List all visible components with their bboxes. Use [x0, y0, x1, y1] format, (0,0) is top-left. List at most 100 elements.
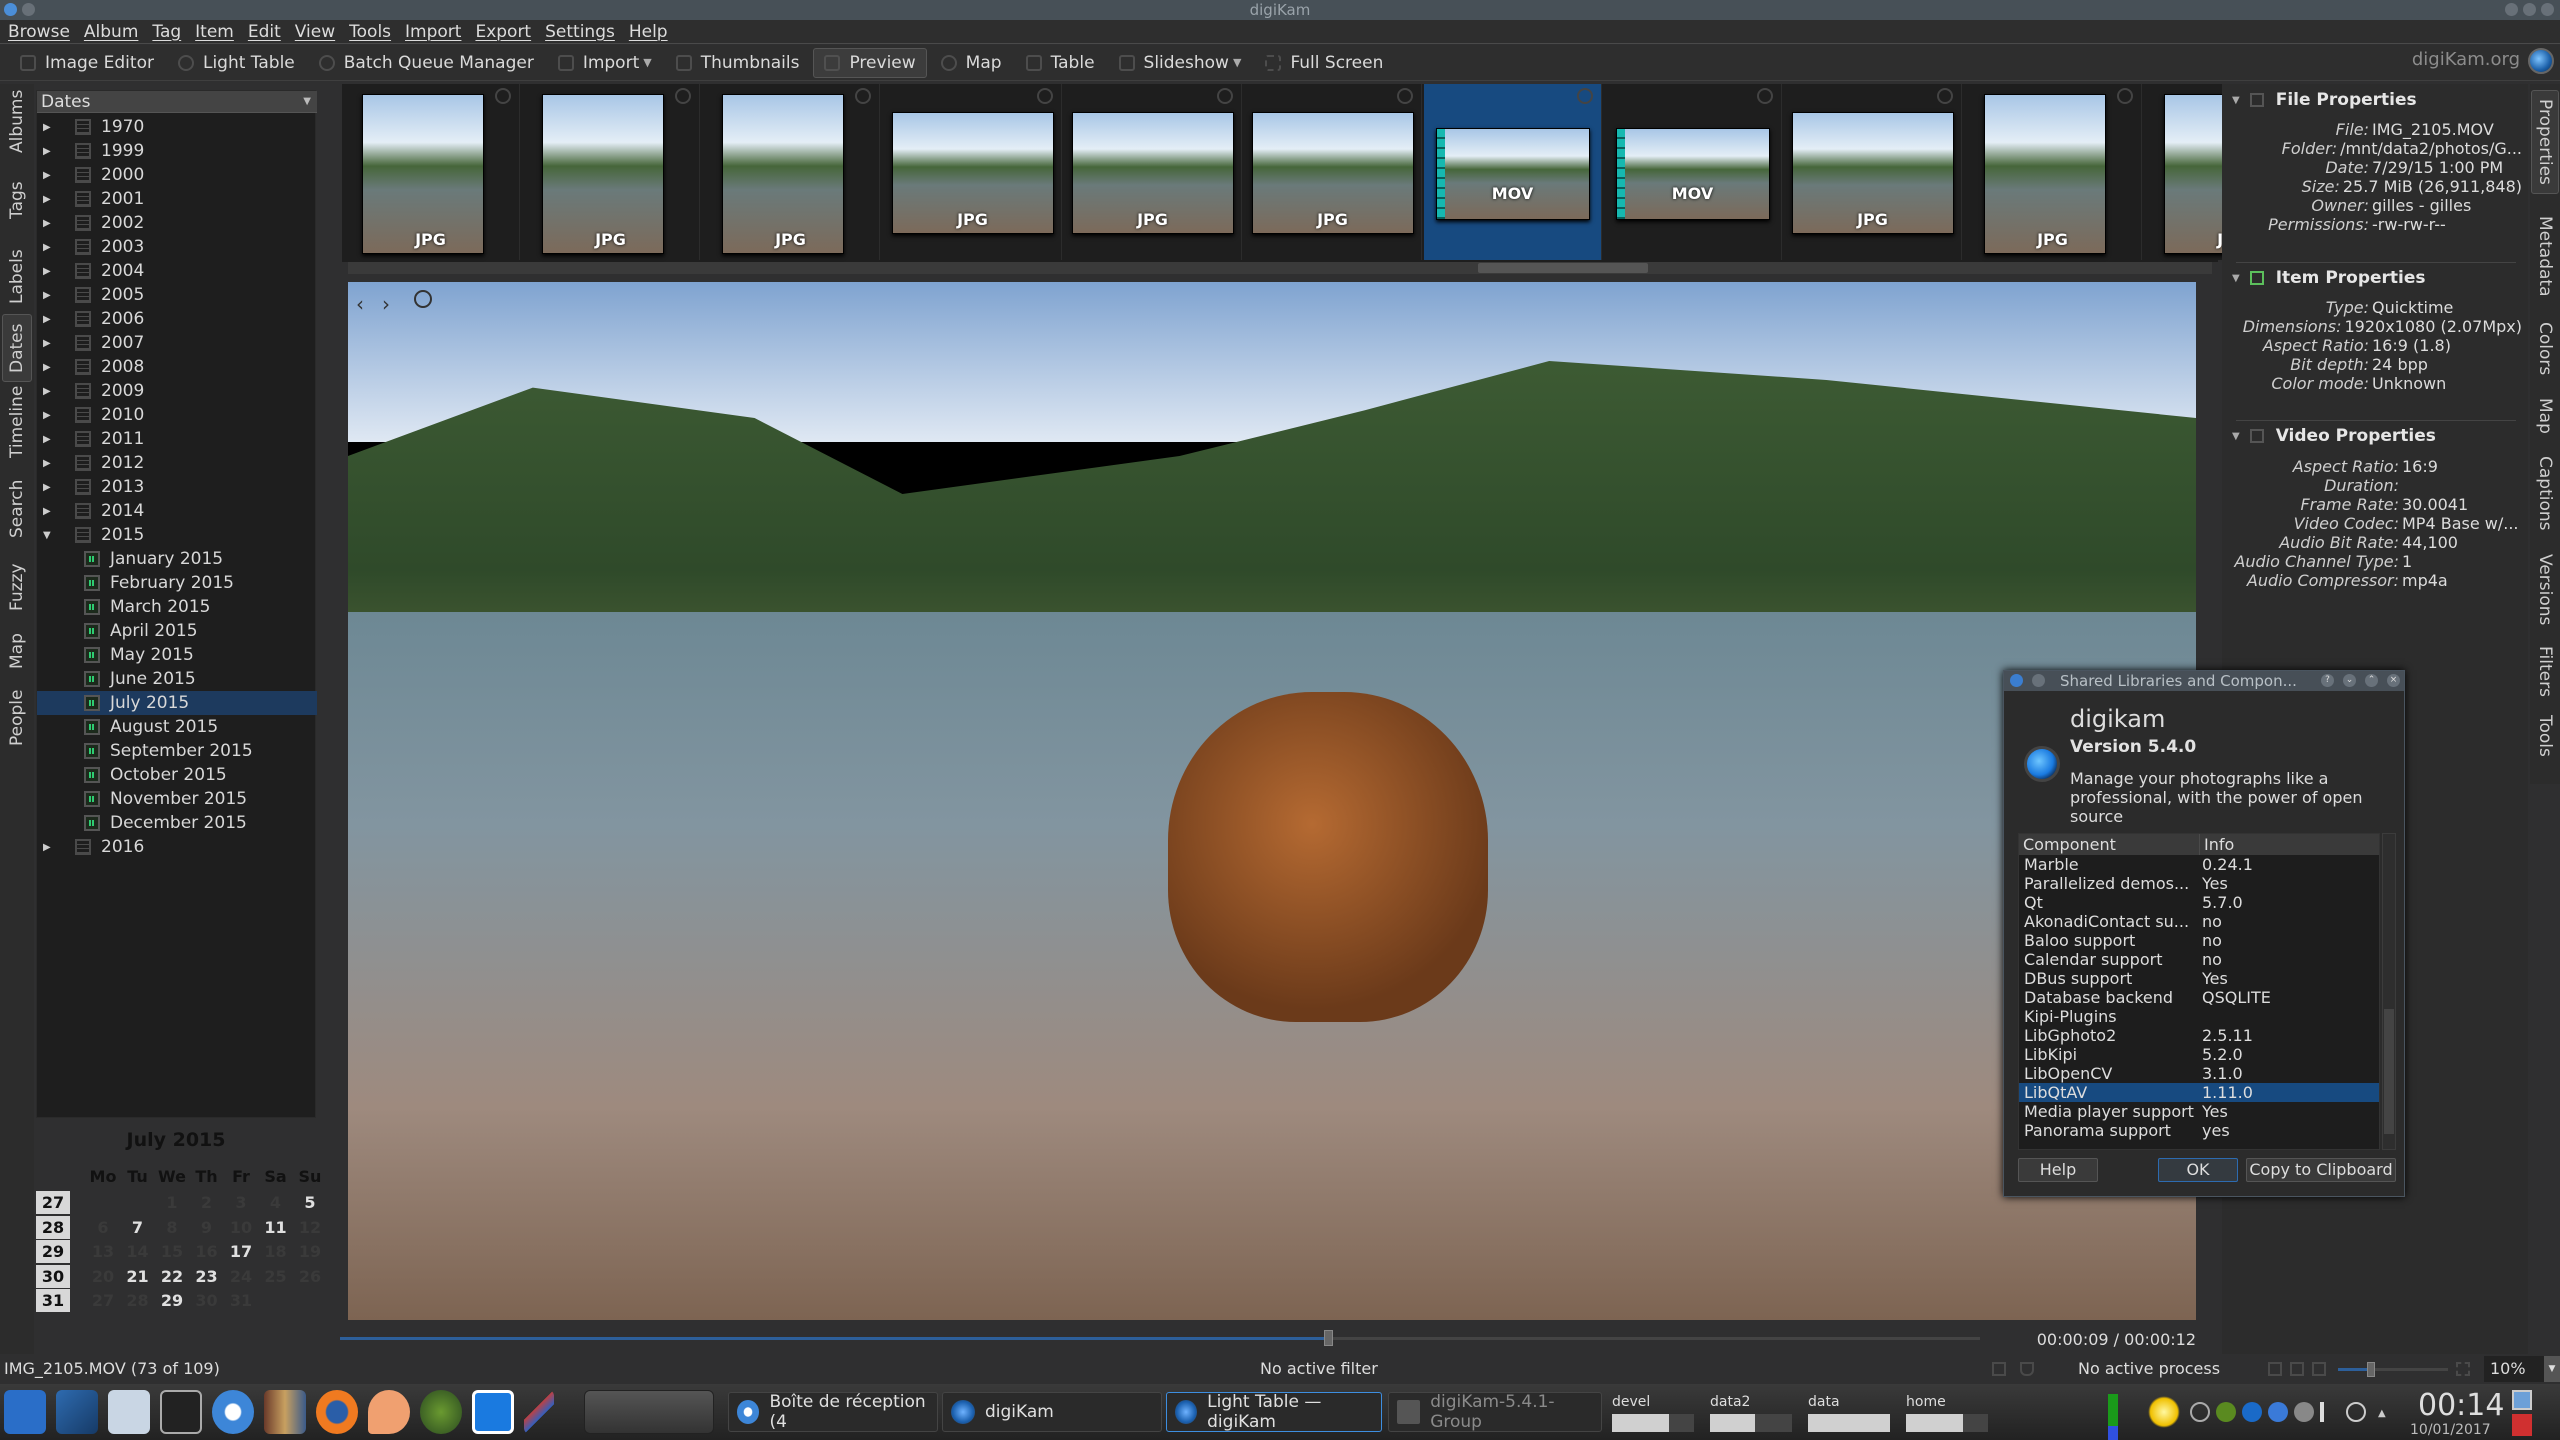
- component-row[interactable]: LibGphoto2 2.5.11: [2019, 1026, 2379, 1045]
- expand-right-icon[interactable]: ▶: [43, 410, 55, 421]
- network-icon[interactable]: [2268, 1402, 2288, 1422]
- thumbnail-item[interactable]: JPG: [1964, 84, 2142, 260]
- close-icon[interactable]: ×: [2387, 674, 2400, 687]
- tree-month[interactable]: September 2015: [37, 739, 317, 763]
- tree-year[interactable]: ▶ 2005: [37, 283, 317, 307]
- desktop-icon[interactable]: [56, 1390, 98, 1434]
- light-table-button[interactable]: Light Table: [168, 48, 305, 78]
- calendar-day[interactable]: 5: [293, 1193, 327, 1212]
- component-row[interactable]: Media player support Yes: [2019, 1102, 2379, 1121]
- tab-albums[interactable]: Albums: [2, 88, 32, 154]
- app-menu-icon[interactable]: [4, 3, 17, 16]
- thumbnail-item[interactable]: JPG: [702, 84, 880, 260]
- expand-right-icon[interactable]: ▶: [43, 386, 55, 397]
- menu-album[interactable]: Album: [84, 22, 138, 42]
- menu-tools[interactable]: Tools: [349, 22, 391, 42]
- tab-dates[interactable]: Dates: [2, 314, 32, 382]
- globe-app-icon[interactable]: [420, 1390, 462, 1434]
- kde-menu-icon[interactable]: [4, 1390, 46, 1434]
- tab-map[interactable]: Map: [2, 630, 32, 672]
- component-row[interactable]: LibQtAV 1.11.0: [2019, 1083, 2379, 1102]
- table-scrollbar[interactable]: [2382, 833, 2396, 1150]
- tab-fuzzy[interactable]: Fuzzy: [2, 558, 32, 616]
- chevron-down-icon[interactable]: ▼: [2544, 1356, 2560, 1382]
- component-row[interactable]: LibKipi 5.2.0: [2019, 1045, 2379, 1064]
- tab-colors[interactable]: Colors: [2531, 316, 2559, 382]
- tree-year[interactable]: ▼ 2015: [37, 523, 317, 547]
- table-button[interactable]: Table: [1016, 48, 1105, 78]
- map-button[interactable]: Map: [931, 48, 1012, 78]
- tree-month[interactable]: May 2015: [37, 643, 317, 667]
- close-button[interactable]: [2541, 3, 2554, 16]
- tree-year[interactable]: ▶ 1970: [37, 115, 317, 139]
- tab-filters[interactable]: Filters: [2531, 642, 2559, 700]
- calendar-day[interactable]: 23: [190, 1267, 224, 1286]
- expand-right-icon[interactable]: ▶: [43, 362, 55, 373]
- slideshow-button[interactable]: Slideshow ▼: [1109, 48, 1252, 78]
- expand-right-icon[interactable]: ▶: [43, 218, 55, 229]
- column-component[interactable]: Component: [2019, 834, 2200, 855]
- tree-year[interactable]: ▶ 2001: [37, 187, 317, 211]
- copy-to-clipboard-button[interactable]: Copy to Clipboard: [2246, 1158, 2396, 1182]
- expand-right-icon[interactable]: ▶: [43, 146, 55, 157]
- expand-right-icon[interactable]: ▶: [43, 290, 55, 301]
- thumbnail-item[interactable]: JPG: [342, 84, 520, 260]
- menu-settings[interactable]: Settings: [545, 22, 615, 42]
- pager[interactable]: [584, 1390, 714, 1434]
- full-screen-button[interactable]: Full Screen: [1255, 48, 1393, 78]
- task-digikam[interactable]: digiKam: [942, 1392, 1162, 1432]
- tab-timeline[interactable]: Timeline: [2, 384, 32, 460]
- tree-year[interactable]: ▶ 2003: [37, 235, 317, 259]
- minimize-button[interactable]: [2505, 3, 2518, 16]
- tree-year[interactable]: ▶ 2009: [37, 379, 317, 403]
- disk-usage-home[interactable]: home: [1906, 1394, 1988, 1432]
- dates-view-selector[interactable]: Dates ▼: [37, 91, 317, 113]
- pin-icon[interactable]: [2032, 674, 2045, 687]
- expand-right-icon[interactable]: ▶: [43, 242, 55, 253]
- hp-printer-icon[interactable]: [2242, 1402, 2262, 1422]
- menu-help[interactable]: Help: [629, 22, 668, 42]
- tab-map-right[interactable]: Map: [2531, 394, 2559, 438]
- tree-month[interactable]: February 2015: [37, 571, 317, 595]
- zoom-handle[interactable]: [2367, 1362, 2375, 1377]
- scroll-thumb[interactable]: [2384, 1009, 2394, 1134]
- pin-icon[interactable]: [22, 3, 35, 16]
- maximize-icon[interactable]: ⌃: [2365, 674, 2378, 687]
- previous-button[interactable]: ‹: [356, 292, 364, 316]
- expand-right-icon[interactable]: ▶: [43, 482, 55, 493]
- disk-usage-data[interactable]: data: [1808, 1394, 1890, 1432]
- filter-icon[interactable]: [2020, 1362, 2034, 1376]
- tree-month[interactable]: April 2015: [37, 619, 317, 643]
- tree-year[interactable]: ▶ 2016: [37, 835, 317, 859]
- component-row[interactable]: Baloo support no: [2019, 931, 2379, 950]
- week-number[interactable]: 29: [36, 1240, 70, 1263]
- terminal-icon[interactable]: [160, 1390, 202, 1434]
- thumbnail-item[interactable]: JPG: [1244, 84, 1422, 260]
- column-info[interactable]: Info: [2200, 834, 2234, 855]
- menu-export[interactable]: Export: [475, 22, 531, 42]
- expand-right-icon[interactable]: ▶: [43, 434, 55, 445]
- trash-icon[interactable]: [1992, 1362, 2006, 1376]
- file-manager-icon[interactable]: [108, 1390, 150, 1434]
- tab-properties[interactable]: Properties: [2531, 90, 2559, 194]
- expand-right-icon[interactable]: ▶: [43, 338, 55, 349]
- tree-year[interactable]: ▶ 2008: [37, 355, 317, 379]
- tree-month[interactable]: June 2015: [37, 667, 317, 691]
- disk-usage-devel[interactable]: devel: [1612, 1394, 1694, 1432]
- menu-view[interactable]: View: [295, 22, 335, 42]
- component-row[interactable]: Marble 0.24.1: [2019, 855, 2379, 874]
- tree-month[interactable]: November 2015: [37, 787, 317, 811]
- expand-right-icon[interactable]: ▶: [43, 266, 55, 277]
- lock-icon[interactable]: [2512, 1390, 2532, 1410]
- tree-year[interactable]: ▶ 2010: [37, 403, 317, 427]
- kate-icon[interactable]: [524, 1390, 554, 1434]
- week-number[interactable]: 30: [36, 1264, 70, 1288]
- chevron-down-icon[interactable]: ▼: [643, 56, 651, 69]
- expand-down-icon[interactable]: ▼: [43, 530, 55, 541]
- next-button[interactable]: ›: [382, 292, 390, 316]
- component-row[interactable]: LibOpenCV 3.1.0: [2019, 1064, 2379, 1083]
- item-properties-header[interactable]: ▼ Item Properties: [2232, 268, 2426, 288]
- component-row[interactable]: Parallelized demos... Yes: [2019, 874, 2379, 893]
- task-digikam-group[interactable]: digiKam-5.4.1-Group: [1388, 1392, 1602, 1432]
- clock-time[interactable]: 00:14: [2418, 1388, 2504, 1423]
